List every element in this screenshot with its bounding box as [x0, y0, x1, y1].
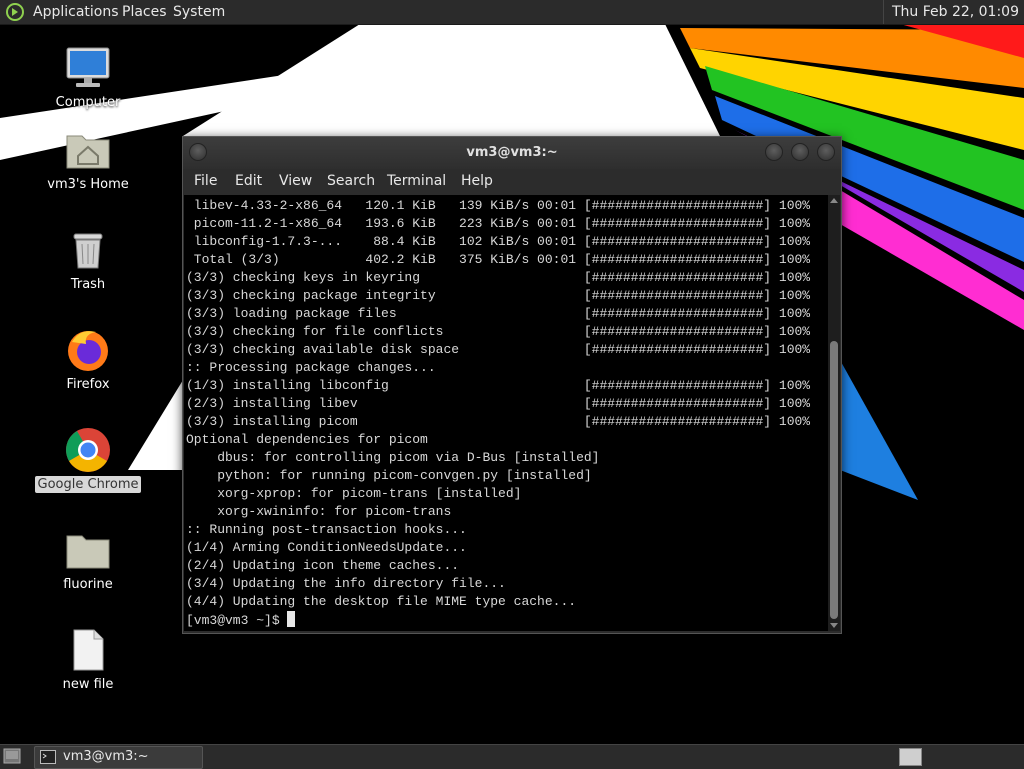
terminal-line: (3/3) checking for file conflicts [#####… [186, 324, 811, 339]
chrome-icon [66, 428, 110, 472]
terminal-line: (1/4) Arming ConditionNeedsUpdate... [186, 540, 467, 555]
workspace-switcher[interactable] [899, 748, 922, 766]
terminal-icon [40, 750, 56, 764]
system-menu[interactable]: System [173, 0, 225, 24]
terminal-cursor [287, 611, 296, 627]
home-folder-icon [66, 135, 110, 169]
terminal-output[interactable]: libev-4.33-2-x86_64 120.1 KiB 139 KiB/s … [184, 195, 828, 631]
terminal-window[interactable]: vm3@vm3:~ File Edit View Search Terminal… [182, 136, 842, 634]
terminal-line: (3/4) Updating the info directory file..… [186, 576, 506, 591]
desktop-icon-new-file[interactable]: new file [28, 626, 148, 693]
scroll-up-arrow-icon[interactable] [830, 198, 838, 203]
scroll-down-arrow-icon[interactable] [830, 623, 838, 628]
terminal-line: Optional dependencies for picom [186, 432, 428, 447]
window-title: vm3@vm3:~ [466, 145, 558, 160]
terminal-line: xorg-xprop: for picom-trans [installed] [217, 486, 522, 501]
desktop-icon-label: Google Chrome [34, 476, 142, 493]
terminal-line: (2/3) installing libev [################… [186, 396, 811, 411]
terminal-menubar: File Edit View Search Terminal Help [183, 169, 841, 195]
desktop-icon-fluorine[interactable]: fluorine [28, 526, 148, 593]
terminal-line: (3/3) loading package files [###########… [186, 306, 811, 321]
terminal-line: (1/3) installing libconfig [############… [186, 378, 811, 393]
applications-menu[interactable]: Applications [33, 0, 119, 24]
desktop-icon-home[interactable]: vm3's Home [28, 126, 148, 193]
show-desktop-icon[interactable] [3, 748, 21, 764]
terminal-line: (3/3) checking keys in keyring [########… [186, 270, 811, 285]
menu-terminal[interactable]: Terminal [387, 173, 446, 189]
folder-icon [66, 535, 110, 569]
trash-icon [73, 233, 103, 269]
taskbar-item-terminal[interactable]: vm3@vm3:~ [34, 746, 203, 769]
menu-search[interactable]: Search [327, 173, 375, 189]
terminal-line: :: Running post-transaction hooks... [186, 522, 467, 537]
terminal-line: libev-4.33-2-x86_64 120.1 KiB 139 KiB/s … [193, 198, 811, 213]
desktop-icon-label: Firefox [66, 377, 110, 392]
terminal-line: picom-11.2-1-x86_64 193.6 KiB 223 KiB/s … [193, 216, 811, 231]
clock[interactable]: Thu Feb 22, 01:09 [882, 0, 1019, 24]
places-menu[interactable]: Places [122, 0, 167, 24]
terminal-titlebar[interactable]: vm3@vm3:~ [183, 137, 841, 169]
maximize-button[interactable] [791, 143, 809, 161]
computer-icon [66, 47, 110, 87]
terminal-line: (3/3) checking package integrity [######… [186, 288, 811, 303]
desktop-icon-chrome[interactable]: Google Chrome [28, 426, 148, 493]
file-icon [73, 629, 104, 671]
terminal-line: (4/4) Updating the desktop file MIME typ… [186, 594, 577, 609]
minimize-button[interactable] [765, 143, 783, 161]
desktop-icon-label: new file [62, 677, 114, 692]
bottom-panel: vm3@vm3:~ [0, 744, 1024, 769]
desktop-icon-label: fluorine [63, 577, 113, 592]
desktop-icon-firefox[interactable]: Firefox [28, 326, 148, 393]
close-button[interactable] [817, 143, 835, 161]
terminal-line: libconfig-1.7.3-... 88.4 KiB 102 KiB/s 0… [193, 234, 811, 249]
desktop-icon-trash[interactable]: Trash [28, 226, 148, 293]
distro-logo-icon[interactable] [6, 3, 24, 21]
menu-view[interactable]: View [279, 173, 312, 189]
firefox-icon [68, 331, 108, 371]
scrollbar-thumb[interactable] [830, 341, 838, 619]
desktop-icon-label: Computer [55, 95, 121, 110]
terminal-line: xorg-xwininfo: for picom-trans [217, 504, 452, 519]
taskbar-item-label: vm3@vm3:~ [63, 749, 149, 764]
terminal-scrollbar[interactable] [828, 195, 840, 631]
menu-help[interactable]: Help [461, 173, 493, 189]
desktop-icon-label: Trash [70, 277, 106, 292]
desktop-icon-label: vm3's Home [47, 177, 129, 192]
terminal-line: python: for running picom-convgen.py [in… [217, 468, 592, 483]
desktop-icon-computer[interactable]: Computer [28, 44, 148, 111]
terminal-line: :: Processing package changes... [186, 360, 436, 375]
menu-file[interactable]: File [194, 173, 217, 189]
terminal-line: dbus: for controlling picom via D-Bus [i… [217, 450, 600, 465]
terminal-lines: libev-4.33-2-x86_64 120.1 KiB 139 KiB/s … [184, 195, 828, 630]
terminal-prompt: [vm3@vm3 ~]$ [186, 613, 288, 628]
terminal-line: (3/3) checking available disk space [###… [186, 342, 811, 357]
menu-edit[interactable]: Edit [235, 173, 262, 189]
terminal-line: (3/3) installing picom [################… [186, 414, 811, 429]
top-panel: Applications Places System Thu Feb 22, 0… [0, 0, 1024, 25]
terminal-line: Total (3/3) 402.2 KiB 375 KiB/s 00:01 [#… [193, 252, 811, 267]
terminal-line: (2/4) Updating icon theme caches... [186, 558, 460, 573]
